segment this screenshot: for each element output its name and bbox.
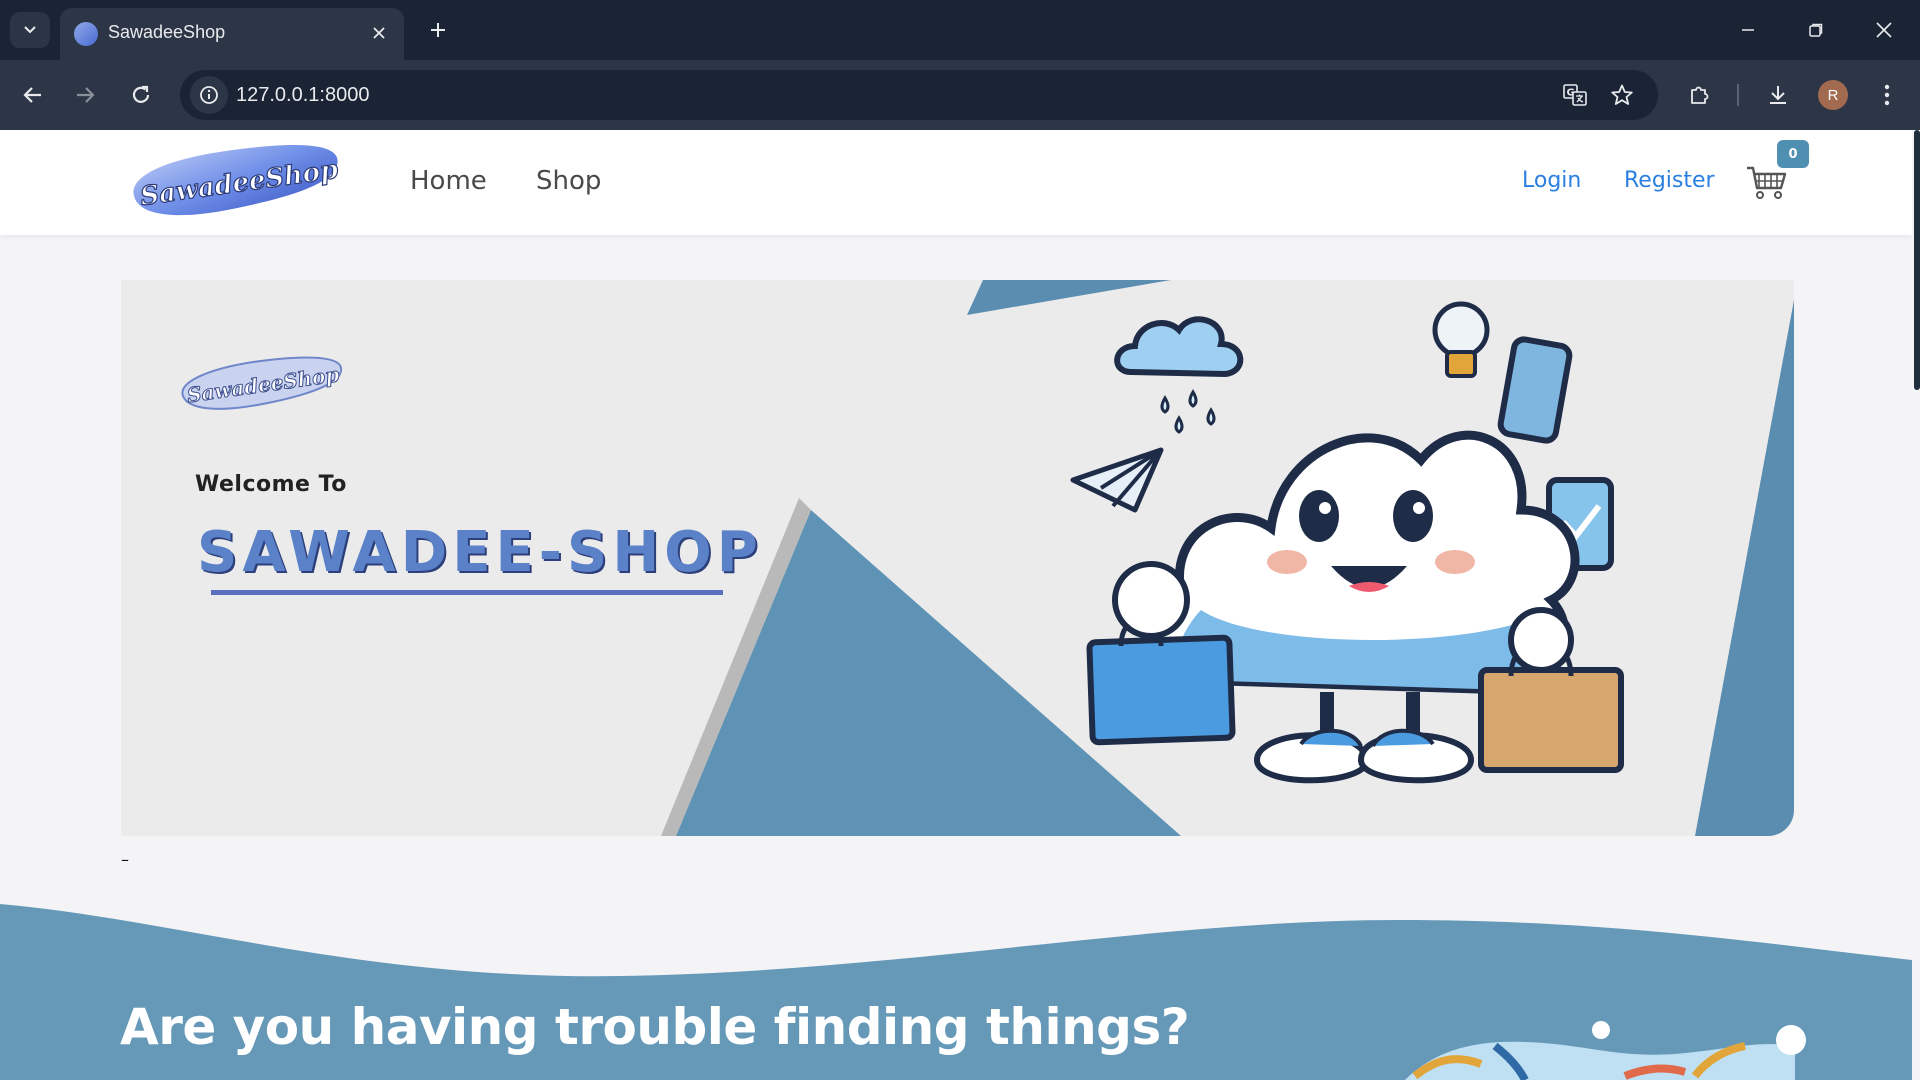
minimize-button[interactable]: [1724, 10, 1772, 50]
smartphone-icon: [1497, 336, 1573, 444]
restore-icon: [1809, 23, 1823, 37]
puzzle-icon: [1691, 86, 1709, 104]
cart-icon[interactable]: [1745, 162, 1789, 202]
forward-button[interactable]: [64, 74, 106, 116]
tab-search-button[interactable]: [10, 12, 50, 48]
restore-button[interactable]: [1792, 10, 1840, 50]
arrow-left-icon: [23, 87, 41, 103]
browser-toolbar: 127.0.0.1:8000 G R: [0, 60, 1920, 130]
url-text: 127.0.0.1:8000: [236, 84, 370, 106]
nav-home-link[interactable]: Home: [410, 166, 487, 196]
back-button[interactable]: [12, 74, 54, 116]
arrow-right-icon: [77, 87, 95, 103]
new-tab-button[interactable]: [420, 14, 456, 46]
browser-tab[interactable]: SawadeeShop: [60, 8, 404, 60]
close-icon: [1876, 22, 1892, 38]
minimize-icon: [1742, 29, 1754, 31]
favicon-icon: [74, 22, 98, 46]
bookmark-button[interactable]: [1605, 78, 1639, 112]
login-link[interactable]: Login: [1522, 168, 1581, 193]
paper-plane-icon: [1070, 447, 1164, 513]
translate-button[interactable]: G: [1558, 78, 1592, 112]
hero-trailing-text: –: [121, 850, 129, 869]
hero-title: SAWADEE-SHOP: [197, 520, 763, 585]
hero-logo: SawadeeShop: [181, 356, 343, 410]
hero-title-underline: [211, 590, 723, 595]
toolbar-separator: [1737, 84, 1739, 106]
hero-banner: SawadeeShop Welcome To SAWADEE-SHOP: [121, 280, 1794, 836]
page-viewport: SawadeeShop Home Shop Login Register 0 S…: [0, 130, 1920, 1080]
extensions-button[interactable]: [1678, 74, 1720, 116]
lightbulb-icon: [1432, 301, 1490, 378]
info-icon: [200, 86, 218, 104]
cloud-mascot-illustration: [1070, 301, 1624, 784]
address-bar[interactable]: 127.0.0.1:8000 G: [180, 70, 1658, 120]
page-scrollbar[interactable]: [1912, 130, 1920, 1080]
scrollbar-thumb[interactable]: [1914, 130, 1920, 390]
close-window-button[interactable]: [1860, 10, 1908, 50]
site-info-button[interactable]: [190, 76, 228, 114]
site-logo[interactable]: SawadeeShop: [125, 142, 345, 218]
site-navbar: SawadeeShop Home Shop Login Register 0: [0, 130, 1912, 235]
nav-shop-link[interactable]: Shop: [536, 166, 601, 196]
decorative-wave-art: [1405, 1021, 1806, 1080]
browser-tab-bar: SawadeeShop: [0, 0, 1920, 60]
reload-icon: [132, 85, 150, 103]
hero-welcome-text: Welcome To: [195, 472, 347, 497]
tab-close-button[interactable]: [366, 20, 392, 46]
mascot-feet: [1253, 692, 1475, 784]
translate-icon: G: [1563, 84, 1587, 106]
cart-count-badge: 0: [1777, 140, 1809, 168]
chevron-down-icon: [24, 26, 36, 34]
register-link[interactable]: Register: [1624, 168, 1715, 193]
rain-cloud-icon: [1114, 316, 1244, 434]
section-heading: Are you having trouble finding things?: [120, 998, 1190, 1056]
tab-title: SawadeeShop: [108, 22, 226, 42]
profile-avatar[interactable]: R: [1818, 80, 1848, 110]
more-vert-icon: [1884, 84, 1890, 106]
downloads-button[interactable]: [1757, 74, 1799, 116]
download-icon: [1770, 86, 1786, 104]
close-icon: [373, 27, 385, 39]
browser-menu-button[interactable]: [1866, 74, 1908, 116]
star-icon: [1611, 84, 1633, 105]
plus-icon: [431, 23, 445, 37]
reload-button[interactable]: [120, 74, 162, 116]
